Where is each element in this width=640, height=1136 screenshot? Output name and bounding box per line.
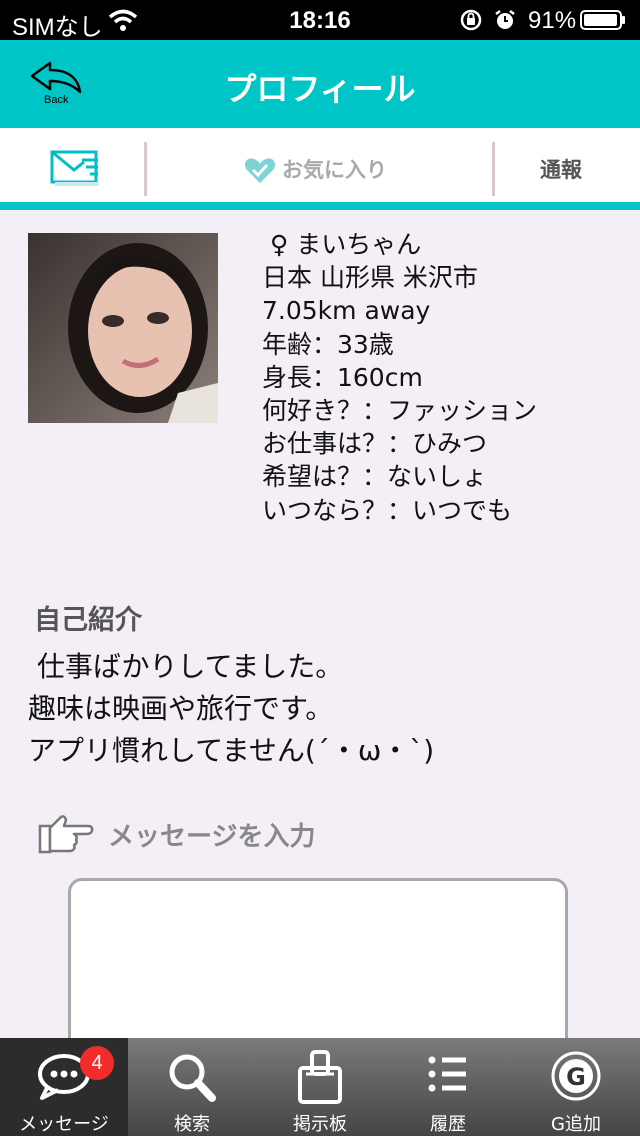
tab-label: 検索 [174, 1114, 210, 1135]
tab-g-add[interactable]: G G追加 [512, 1038, 640, 1136]
profile-info: ♀ まいちゃん 日本 山形県 米沢市 7.05km away 年齢：33歳 身長… [262, 228, 537, 527]
clipboard-icon [298, 1050, 342, 1104]
heart-check-icon [244, 158, 276, 183]
tab-label: G追加 [551, 1114, 601, 1135]
tab-history[interactable]: 履歴 [384, 1038, 512, 1136]
avatar [28, 233, 218, 423]
status-bar: SIMなし 18:16 91% [0, 0, 640, 41]
search-icon [169, 1054, 216, 1102]
intro-body: 仕事ばかりしてました。 趣味は映画や旅行です。 アプリ慣れしてません(´・ω・`… [28, 650, 435, 767]
svg-text:G: G [566, 1063, 586, 1091]
profile-job: お仕事は？：ひみつ [262, 429, 488, 459]
profile-availability: いつなら？：いつでも [262, 495, 513, 525]
tab-board[interactable]: 掲示板 [256, 1038, 384, 1136]
header-divider-line [0, 202, 640, 210]
tab-bar: 4 メッセージ 検索 掲示板 履歴 G G追加 [0, 1038, 640, 1136]
list-icon [428, 1056, 466, 1092]
favorite-label: お気に入り [282, 158, 387, 182]
mail-icon [50, 150, 99, 186]
tab-label: 履歴 [430, 1114, 466, 1135]
battery-percentage: 91% [528, 7, 577, 34]
favorite-button[interactable]: お気に入り [240, 150, 410, 188]
g-add-icon: G [551, 1051, 601, 1101]
gender-icon: ♀ [269, 230, 289, 259]
tab-label: 掲示板 [293, 1114, 347, 1135]
battery-icon [580, 10, 625, 30]
alarm-icon [495, 10, 515, 29]
mail-button[interactable] [46, 148, 102, 188]
profile-likes: 何好き？：ファッション [262, 396, 538, 426]
page-title: プロフィール [224, 70, 416, 108]
nav-header: Back プロフィール [0, 40, 640, 128]
profile-name-line: ♀ まいちゃん [262, 228, 537, 261]
profile-age: 年齢：33歳 [262, 329, 394, 359]
profile-location: 日本 山形県 米沢市 [262, 263, 478, 293]
unread-badge: 4 [80, 1046, 114, 1080]
profile-name: まいちゃん [296, 230, 422, 259]
profile-height: 身長：160cm [262, 362, 423, 392]
action-divider [492, 142, 495, 196]
report-button[interactable]: 通報 [540, 154, 582, 184]
profile-wish: 希望は？：ないしょ [262, 462, 488, 492]
intro-heading: 自己紹介 [34, 605, 142, 636]
profile-distance: 7.05km away [262, 296, 431, 326]
tab-search[interactable]: 検索 [128, 1038, 256, 1136]
message-prompt: メッセージを入力 [36, 808, 356, 858]
message-prompt-label: メッセージを入力 [108, 822, 316, 852]
pointing-hand-icon [38, 815, 94, 854]
tab-label: メッセージ [19, 1114, 109, 1135]
tab-message[interactable]: 4 メッセージ [0, 1038, 128, 1136]
action-divider [144, 142, 147, 196]
rotation-lock-icon [460, 9, 482, 31]
